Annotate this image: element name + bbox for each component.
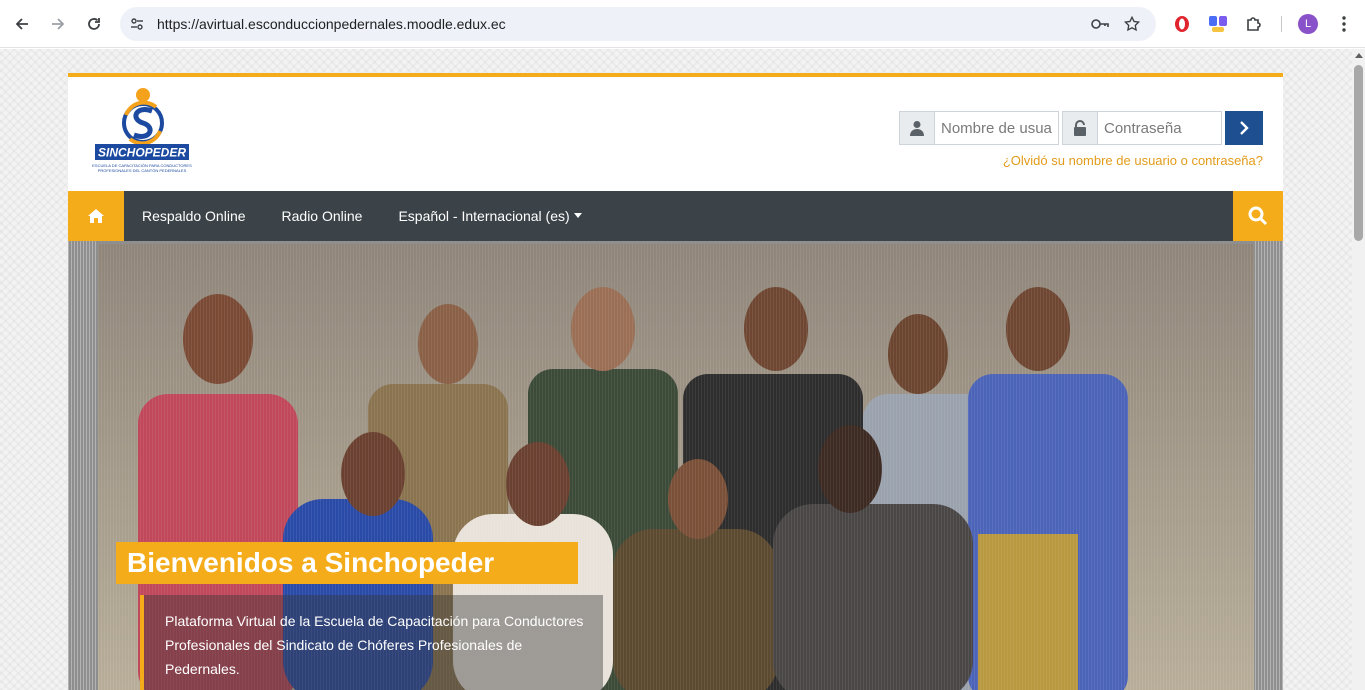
site-container: SINCHOPEDER ESCUELA DE CAPACITACIÓN PARA…	[68, 73, 1283, 690]
back-arrow-icon	[15, 18, 28, 30]
hero-slider: Bienvenidos a Sinchopeder Plataforma Vir…	[68, 241, 1283, 690]
home-icon	[88, 209, 104, 223]
back-button[interactable]	[8, 10, 36, 38]
forgot-credentials-link[interactable]: ¿Olvidó su nombre de usuario o contraseñ…	[1003, 153, 1263, 168]
password-group	[1062, 111, 1222, 145]
login-submit-button[interactable]	[1225, 111, 1263, 145]
login-form	[899, 111, 1263, 145]
site-header: SINCHOPEDER ESCUELA DE CAPACITACIÓN PARA…	[68, 77, 1283, 191]
page-viewport: SINCHOPEDER ESCUELA DE CAPACITACIÓN PARA…	[0, 49, 1352, 690]
username-group	[899, 111, 1059, 145]
site-settings-icon[interactable]	[127, 14, 147, 34]
reload-icon	[88, 18, 100, 30]
opera-extension-icon[interactable]	[1170, 12, 1194, 36]
main-navbar: Respaldo Online Radio Online Español - I…	[68, 191, 1283, 241]
caret-down-icon	[573, 212, 582, 218]
sinchopeder-logo[interactable]: SINCHOPEDER ESCUELA DE CAPACITACIÓN PARA…	[86, 87, 204, 181]
search-button[interactable]	[1233, 191, 1283, 241]
lock-icon	[1063, 112, 1098, 144]
scrollbar-thumb[interactable]	[1354, 65, 1363, 241]
hero-side-pattern-right	[1255, 241, 1283, 690]
browser-toolbar: https://avirtual.esconduccionpedernales.…	[0, 0, 1365, 48]
bookmark-star-icon[interactable]	[1122, 14, 1142, 34]
user-icon	[900, 112, 935, 144]
logo-subtitle-line2: PROFESIONALES DEL CANTÓN PEDERNALES	[98, 168, 187, 173]
language-menu[interactable]: Español - Internacional (es)	[380, 191, 599, 241]
password-input[interactable]	[1098, 112, 1221, 144]
url-text: https://avirtual.esconduccionpedernales.…	[157, 16, 506, 32]
puzzle-extensions-icon[interactable]	[1242, 12, 1266, 36]
profile-avatar[interactable]: L	[1298, 14, 1318, 34]
logo-text: SINCHOPEDER	[98, 146, 186, 160]
nav-links: Respaldo Online Radio Online Español - I…	[124, 191, 600, 241]
language-label: Español - Internacional (es)	[398, 208, 570, 224]
hero-description-box: Plataforma Virtual de la Escuela de Capa…	[140, 595, 603, 690]
translate-extension-icon[interactable]	[1206, 12, 1230, 36]
scrollbar-up-arrow-icon[interactable]	[1355, 53, 1363, 58]
nav-respaldo-online[interactable]: Respaldo Online	[124, 191, 264, 241]
hero-description: Plataforma Virtual de la Escuela de Capa…	[165, 613, 584, 677]
hero-title-box: Bienvenidos a Sinchopeder	[116, 542, 578, 584]
address-bar[interactable]: https://avirtual.esconduccionpedernales.…	[120, 7, 1156, 41]
forward-button[interactable]	[44, 10, 72, 38]
hero-side-pattern-left	[68, 241, 98, 690]
kebab-menu-icon[interactable]	[1332, 12, 1356, 36]
search-icon	[1248, 206, 1268, 226]
username-input[interactable]	[935, 112, 1058, 144]
forward-arrow-icon	[52, 18, 65, 30]
home-button[interactable]	[68, 191, 124, 241]
hero-title: Bienvenidos a Sinchopeder	[127, 547, 495, 578]
chevron-right-icon	[1240, 121, 1249, 135]
reload-button[interactable]	[80, 10, 108, 38]
password-key-icon[interactable]	[1090, 14, 1110, 34]
toolbar-divider	[1281, 16, 1282, 32]
nav-radio-online[interactable]: Radio Online	[264, 191, 381, 241]
